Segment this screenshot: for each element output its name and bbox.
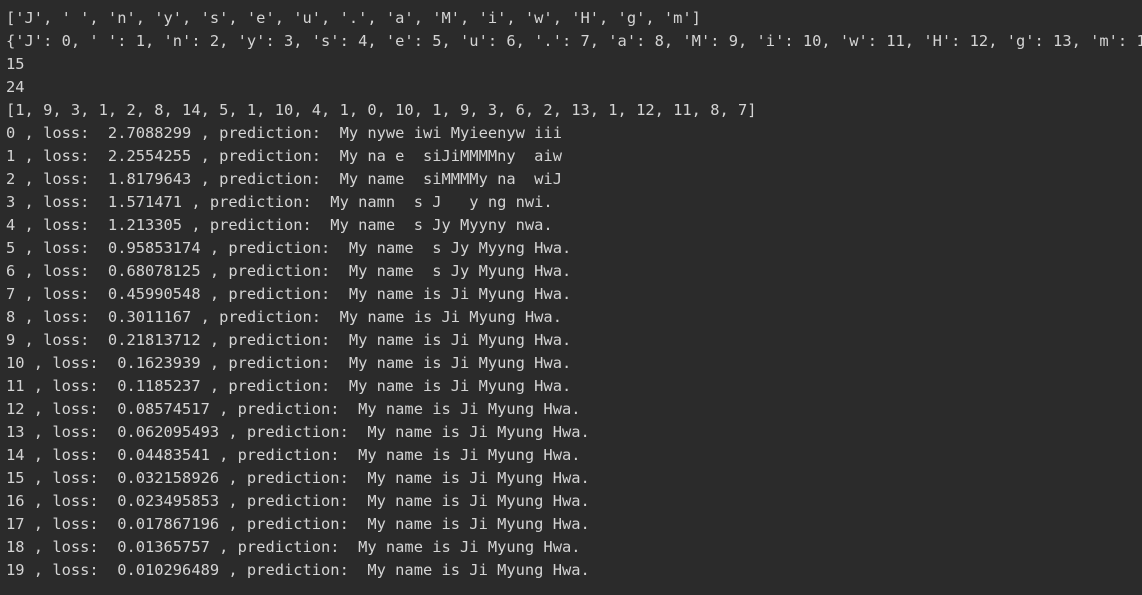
output-line-epoch-14: 14 , loss: 0.04483541 , prediction: My n…: [6, 446, 581, 464]
output-line-epoch-15: 15 , loss: 0.032158926 , prediction: My …: [6, 469, 590, 487]
output-line-epoch-1: 1 , loss: 2.2554255 , prediction: My na …: [6, 147, 562, 165]
output-line-epoch-4: 4 , loss: 1.213305 , prediction: My name…: [6, 216, 553, 234]
output-line-char-list: ['J', ' ', 'n', 'y', 's', 'e', 'u', '.',…: [6, 9, 701, 27]
output-line-epoch-6: 6 , loss: 0.68078125 , prediction: My na…: [6, 262, 572, 280]
output-line-epoch-19: 19 , loss: 0.010296489 , prediction: My …: [6, 561, 590, 579]
output-line-epoch-12: 12 , loss: 0.08574517 , prediction: My n…: [6, 400, 581, 418]
output-line-epoch-2: 2 , loss: 1.8179643 , prediction: My nam…: [6, 170, 562, 188]
console-output: ['J', ' ', 'n', 'y', 's', 'e', 'u', '.',…: [0, 0, 1142, 595]
output-line-epoch-17: 17 , loss: 0.017867196 , prediction: My …: [6, 515, 590, 533]
output-line-epoch-16: 16 , loss: 0.023495853 , prediction: My …: [6, 492, 590, 510]
output-line-epoch-9: 9 , loss: 0.21813712 , prediction: My na…: [6, 331, 572, 349]
output-line-epoch-11: 11 , loss: 0.1185237 , prediction: My na…: [6, 377, 572, 395]
output-line-epoch-8: 8 , loss: 0.3011167 , prediction: My nam…: [6, 308, 562, 326]
output-line-epoch-5: 5 , loss: 0.95853174 , prediction: My na…: [6, 239, 572, 257]
output-line-epoch-7: 7 , loss: 0.45990548 , prediction: My na…: [6, 285, 572, 303]
output-line-epoch-18: 18 , loss: 0.01365757 , prediction: My n…: [6, 538, 581, 556]
output-line-index-sequence: [1, 9, 3, 1, 2, 8, 14, 5, 1, 10, 4, 1, 0…: [6, 101, 757, 119]
output-line-char-index-dict: {'J': 0, ' ': 1, 'n': 2, 'y': 3, 's': 4,…: [6, 32, 1142, 50]
output-line-epoch-3: 3 , loss: 1.571471 , prediction: My namn…: [6, 193, 553, 211]
output-line-dict-size: 15: [6, 55, 25, 73]
output-line-epoch-0: 0 , loss: 2.7088299 , prediction: My nyw…: [6, 124, 562, 142]
output-line-epoch-13: 13 , loss: 0.062095493 , prediction: My …: [6, 423, 590, 441]
output-line-sequence-length: 24: [6, 78, 25, 96]
output-line-epoch-10: 10 , loss: 0.1623939 , prediction: My na…: [6, 354, 572, 372]
